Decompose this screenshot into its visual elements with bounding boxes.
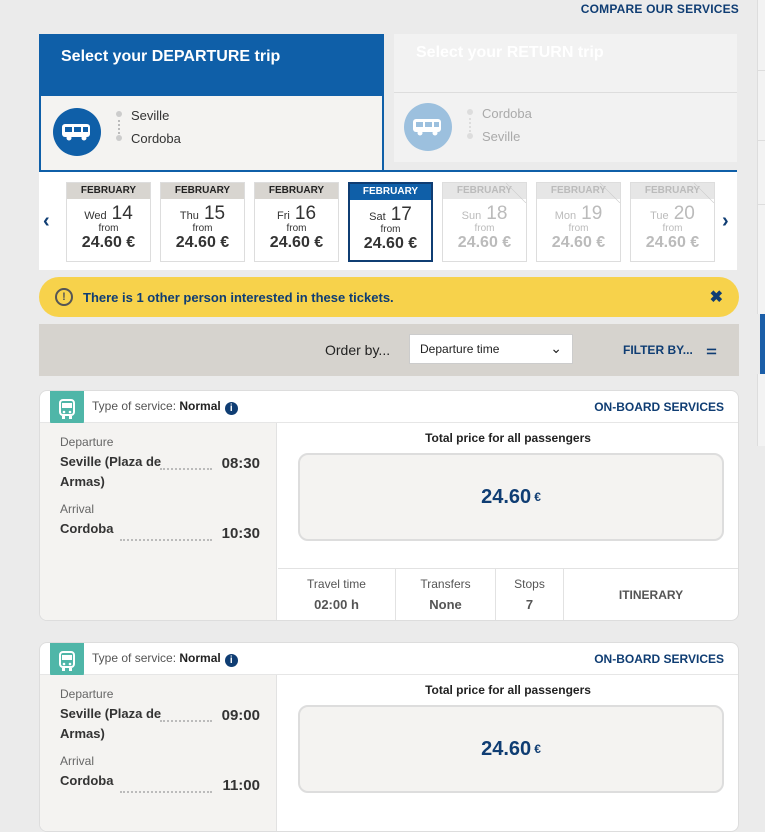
- onboard-services-link[interactable]: ON-BOARD SERVICES: [594, 652, 724, 666]
- departure-tab-title[interactable]: Select your DEPARTURE trip: [39, 34, 384, 96]
- date-price: 24.60 €: [175, 234, 230, 251]
- departure-time: 09:00: [221, 707, 260, 724]
- return-tab-title[interactable]: Select your RETURN trip: [394, 34, 737, 92]
- return-tab[interactable]: Cordoba Seville: [394, 92, 737, 162]
- date-price: 24.60 €: [363, 235, 418, 252]
- bus-icon: [50, 391, 84, 427]
- transfers: Transfers None: [396, 569, 496, 620]
- notice-text: There is 1 other person interested in th…: [83, 289, 394, 305]
- date-price: 24.60 €: [645, 234, 700, 251]
- date-from-label: from: [380, 224, 401, 235]
- date-day: Sat 17: [369, 204, 412, 225]
- date-price: 24.60 €: [457, 234, 512, 251]
- date-day: Thu 15: [179, 203, 226, 224]
- departure-time: 08:30: [221, 455, 260, 472]
- arrival-label: Arrival: [60, 502, 95, 516]
- bus-icon: [50, 643, 84, 679]
- order-select-value: Departure time: [420, 342, 500, 356]
- arrival-time: 11:00: [222, 777, 260, 794]
- departure-label: Departure: [60, 687, 114, 701]
- chevron-right-icon[interactable]: ›: [722, 210, 729, 233]
- departure-label: Departure: [60, 435, 114, 449]
- date-from-label: from: [662, 223, 683, 234]
- date-price: 24.60 €: [551, 234, 606, 251]
- departure-station: Seville (Plaza de Armas): [60, 454, 162, 489]
- close-icon[interactable]: ✖: [710, 287, 723, 307]
- bus-icon: [404, 103, 452, 151]
- date-option-17[interactable]: FEBRUARY Sat 17 from 24.60 €: [348, 182, 433, 262]
- service-type: Type of service: Normal i: [92, 651, 238, 667]
- date-from-label: from: [568, 223, 589, 234]
- arrival-station: Cordoba: [60, 773, 114, 788]
- date-option-20[interactable]: FEBRUARY Tue 20 from 24.60 €: [630, 182, 715, 262]
- date-from-label: from: [286, 223, 307, 234]
- chevron-down-icon: ⌄: [550, 340, 562, 356]
- date-day: Wed 14: [84, 203, 133, 224]
- date-option-16[interactable]: FEBRUARY Fri 16 from 24.60 €: [254, 182, 339, 262]
- stops: Stops 7: [496, 569, 564, 620]
- alert-icon: !: [55, 288, 73, 306]
- date-option-15[interactable]: FEBRUARY Thu 15 from 24.60 €: [160, 182, 245, 262]
- chevron-left-icon[interactable]: ‹: [43, 210, 50, 233]
- return-to-city: Seville: [482, 129, 521, 144]
- total-price-label: Total price for all passengers: [425, 683, 591, 697]
- order-bar: Order by... Departure time ⌄ FILTER BY..…: [39, 324, 739, 376]
- filter-icon: ⚌: [706, 343, 717, 357]
- service-type: Type of service: Normal i: [92, 399, 238, 415]
- price-box[interactable]: 24.60 €: [298, 453, 724, 541]
- price-box[interactable]: 24.60 €: [298, 705, 724, 793]
- date-price: 24.60 €: [269, 234, 324, 251]
- trip-card: Type of service: Normal i ON-BOARD SERVIC…: [39, 642, 739, 832]
- date-day: Sun 18: [461, 203, 508, 224]
- date-price: 24.60 €: [81, 234, 136, 251]
- info-icon[interactable]: i: [224, 402, 238, 415]
- date-from-label: from: [98, 223, 119, 234]
- arrival-station: Cordoba: [60, 521, 114, 536]
- date-from-label: from: [192, 223, 213, 234]
- total-price-label: Total price for all passengers: [425, 431, 591, 445]
- date-month: FEBRUARY: [350, 184, 431, 200]
- date-option-18[interactable]: FEBRUARY Sun 18 from 24.60 €: [442, 182, 527, 262]
- arrival-time: 10:30: [221, 525, 260, 542]
- order-by-label: Order by...: [325, 342, 391, 358]
- travel-time: Travel time 02:00 h: [278, 569, 396, 620]
- date-month: FEBRUARY: [443, 183, 526, 199]
- date-day: Tue 20: [650, 203, 695, 224]
- itinerary-link[interactable]: ITINERARY: [564, 569, 738, 620]
- date-month: FEBRUARY: [161, 183, 244, 199]
- departure-to-city: Cordoba: [131, 131, 181, 146]
- departure-from-city: Seville: [131, 108, 170, 123]
- bus-icon: [53, 108, 101, 156]
- date-from-label: from: [474, 223, 495, 234]
- arrival-label: Arrival: [60, 754, 95, 768]
- departure-tab[interactable]: Seville Cordoba: [39, 96, 384, 170]
- order-select[interactable]: Departure time ⌄: [409, 334, 573, 364]
- departure-station: Seville (Plaza de Armas): [60, 706, 162, 741]
- date-month: FEBRUARY: [537, 183, 620, 199]
- compare-services-link[interactable]: COMPARE OUR SERVICES: [581, 2, 739, 16]
- filter-button[interactable]: FILTER BY... ⚌: [623, 343, 717, 357]
- date-option-14[interactable]: FEBRUARY Wed 14 from 24.60 €: [66, 182, 151, 262]
- trip-card: Type of service: Normal i ON-BOARD SERVIC…: [39, 390, 739, 621]
- date-day: Mon 19: [554, 203, 603, 224]
- return-from-city: Cordoba: [482, 106, 532, 121]
- date-selector: ‹ FEBRUARY Wed 14 from 24.60 € FEBRUARY Thu 1…: [39, 170, 737, 270]
- interest-notice: ! There is 1 other person interested in …: [39, 277, 739, 317]
- date-option-19[interactable]: FEBRUARY Mon 19 from 24.60 €: [536, 182, 621, 262]
- date-month: FEBRUARY: [67, 183, 150, 199]
- info-icon[interactable]: i: [224, 654, 238, 667]
- date-month: FEBRUARY: [255, 183, 338, 199]
- onboard-services-link[interactable]: ON-BOARD SERVICES: [594, 400, 724, 414]
- date-month: FEBRUARY: [631, 183, 714, 199]
- date-day: Fri 16: [276, 203, 317, 224]
